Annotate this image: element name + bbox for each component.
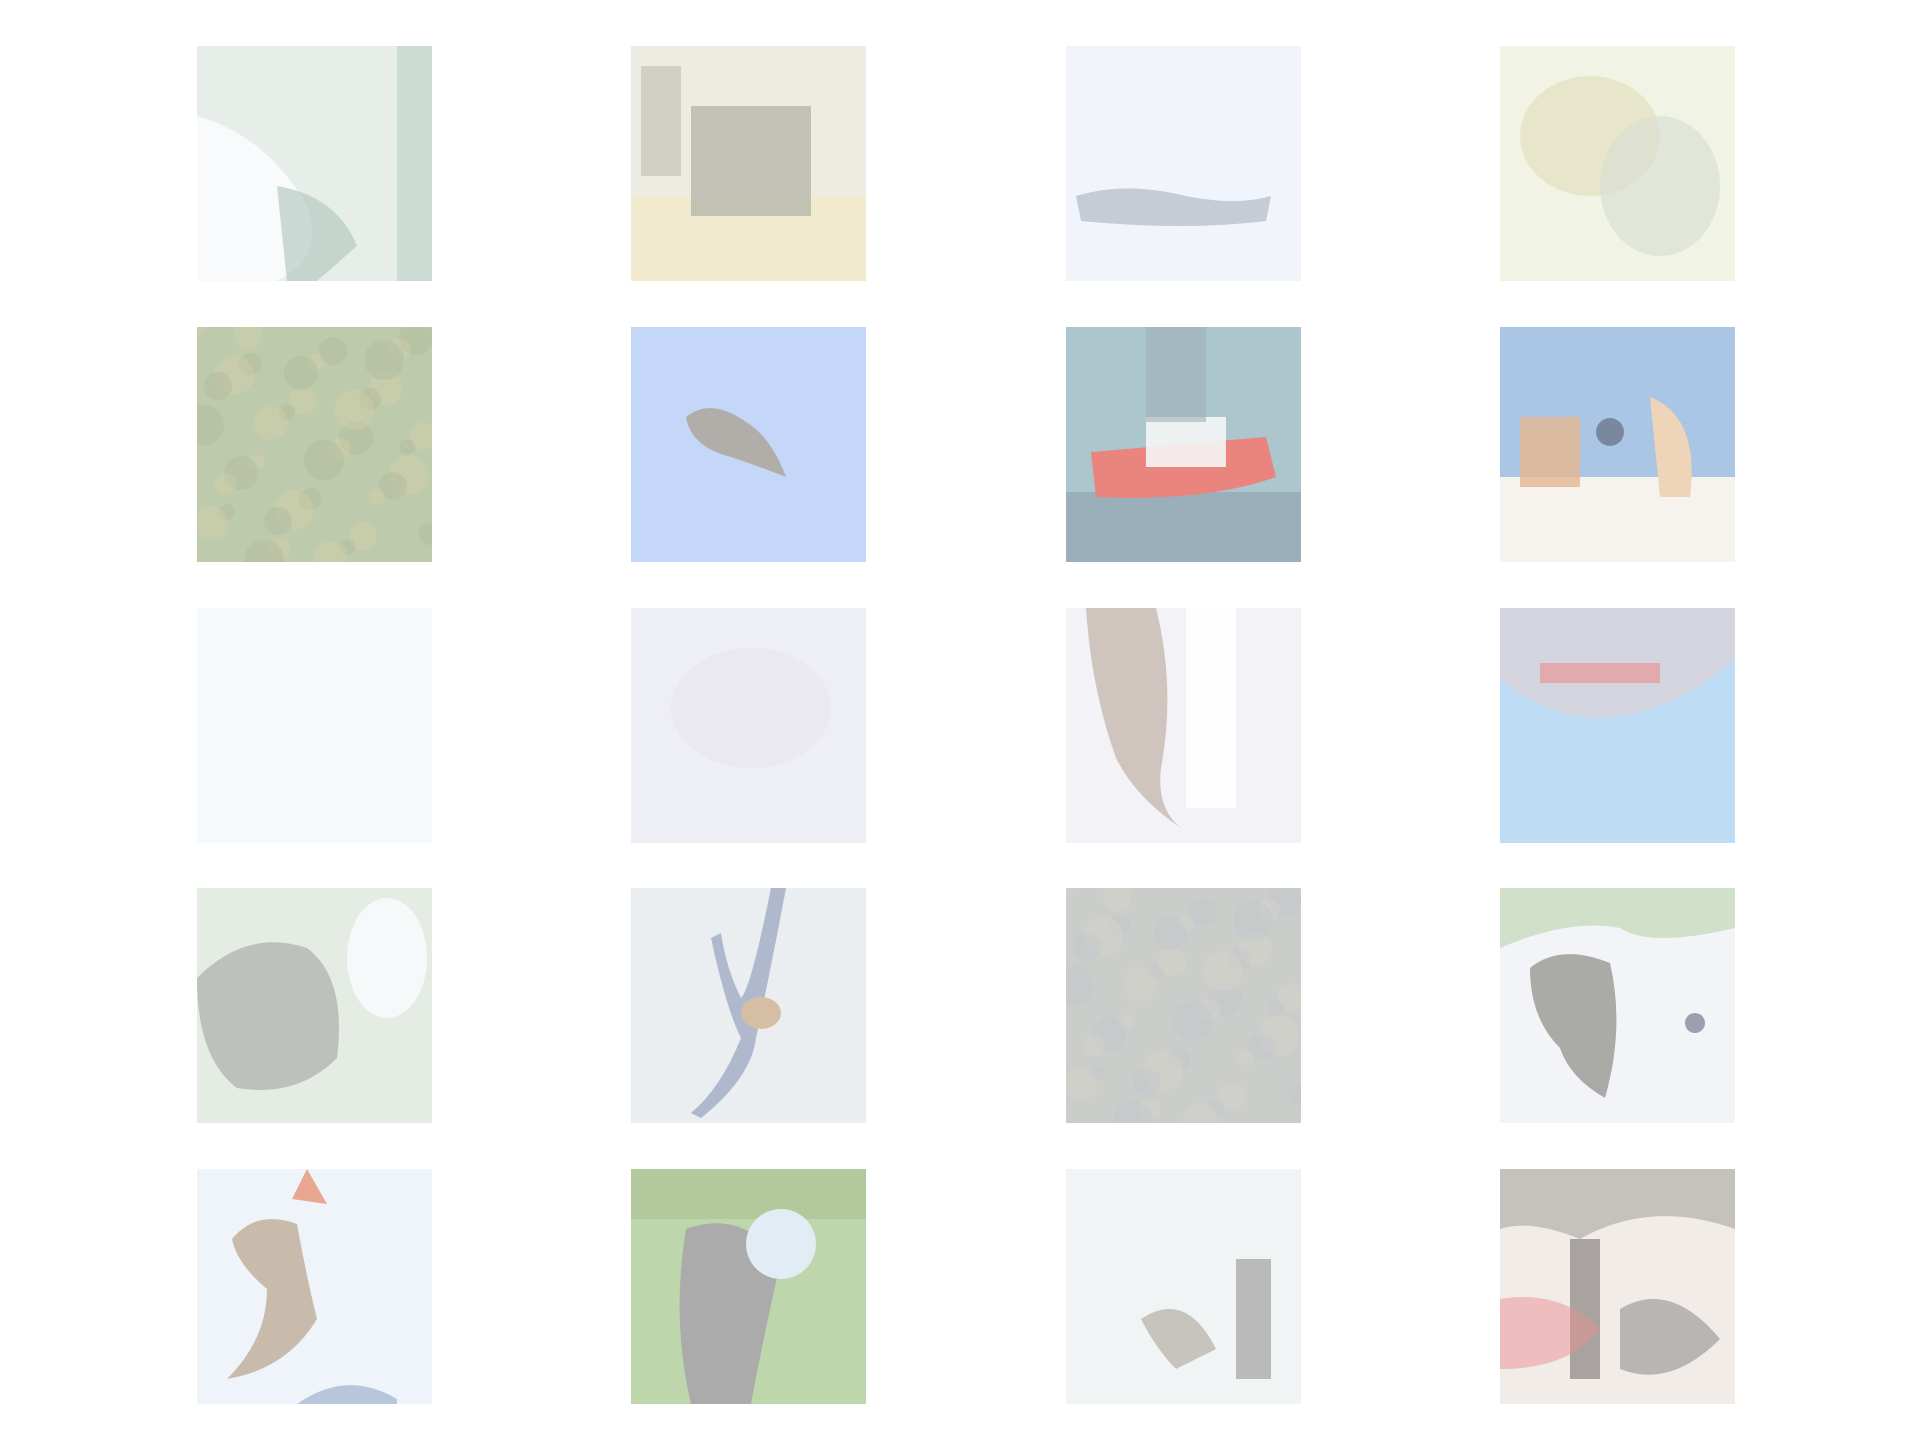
sample-image (631, 1169, 866, 1404)
sample-image-tile (1500, 888, 1735, 1123)
sample-image (1500, 1169, 1735, 1404)
sample-image-tile (631, 608, 866, 843)
sample-image-tile (631, 46, 866, 281)
sample-image (1066, 327, 1301, 562)
sample-image-tile (197, 46, 432, 281)
sample-image-tile (1066, 1169, 1301, 1404)
sample-image (1066, 46, 1301, 281)
sample-image-tile (1066, 888, 1301, 1123)
sample-image (197, 1169, 432, 1404)
sample-image-tile (197, 888, 432, 1123)
sample-image-tile (1500, 608, 1735, 843)
sample-image-tile (1066, 46, 1301, 281)
sample-image-tile (197, 1169, 432, 1404)
sample-image-tile (1500, 1169, 1735, 1404)
sample-image-tile (631, 1169, 866, 1404)
sample-image-tile (1066, 608, 1301, 843)
sample-image-tile (631, 888, 866, 1123)
sample-image (1066, 608, 1301, 843)
sample-image (197, 327, 432, 562)
sample-image (1066, 1169, 1301, 1404)
sample-image (1500, 327, 1735, 562)
sample-image-tile (197, 327, 432, 562)
sample-image (631, 46, 866, 281)
sample-image (631, 888, 866, 1123)
sample-image-tile (631, 327, 866, 562)
sample-image (631, 608, 866, 843)
sample-image (197, 608, 432, 843)
sample-image-tile (197, 608, 432, 843)
sample-image-tile (1500, 327, 1735, 562)
sample-image-tile (1500, 46, 1735, 281)
sample-image (1066, 888, 1301, 1123)
sample-image (1500, 46, 1735, 281)
sample-image (631, 327, 866, 562)
sample-image-tile (1066, 327, 1301, 562)
sample-image (1500, 608, 1735, 843)
sample-image (197, 888, 432, 1123)
sample-image (197, 46, 432, 281)
image-grid (0, 0, 1920, 1440)
sample-image (1500, 888, 1735, 1123)
